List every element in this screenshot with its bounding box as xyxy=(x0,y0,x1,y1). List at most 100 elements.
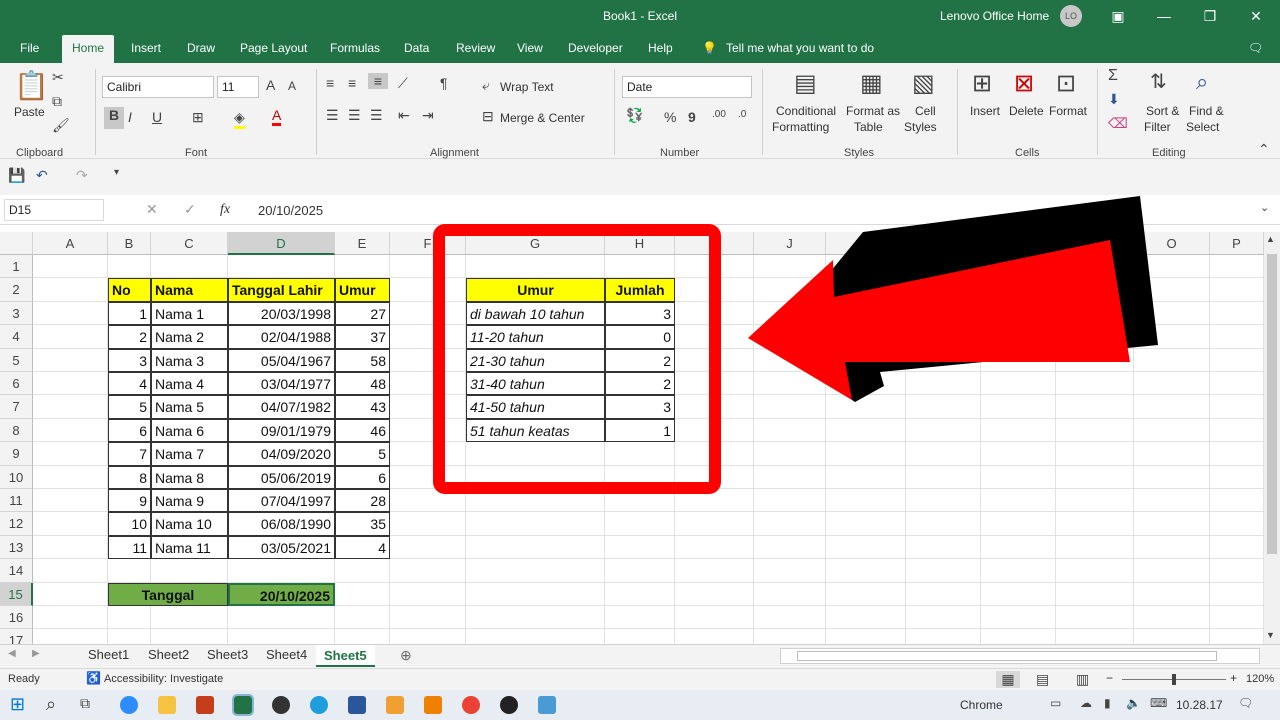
align-right-icon[interactable]: ☰ xyxy=(370,107,383,124)
tab-formulas[interactable]: Formulas xyxy=(330,41,380,55)
lightbulb-icon[interactable]: 💡 xyxy=(702,41,717,55)
column-header-f[interactable]: F xyxy=(390,232,466,255)
onedrive-icon[interactable]: ☁ xyxy=(1080,696,1092,710)
sheet-tab-3[interactable]: Sheet3 xyxy=(207,647,248,662)
tab-review[interactable]: Review xyxy=(456,41,495,55)
table1-cell[interactable]: 05/04/1967 xyxy=(228,348,335,372)
tab-insert[interactable]: Insert xyxy=(131,41,161,55)
row-header-1[interactable]: 1 xyxy=(0,255,33,279)
top-align-icon[interactable]: ≡ xyxy=(326,75,334,91)
shrink-font-icon[interactable]: A xyxy=(288,79,296,93)
autosum-icon[interactable]: Σ xyxy=(1108,67,1118,85)
scroll-down-icon[interactable]: ▼ xyxy=(1266,630,1275,640)
word-icon[interactable] xyxy=(348,696,366,714)
formula-input[interactable]: 20/10/2025 xyxy=(258,203,323,218)
edge-icon[interactable] xyxy=(310,696,328,714)
bold-button[interactable]: B xyxy=(104,107,124,129)
table1-cell[interactable]: 09/01/1979 xyxy=(228,418,335,443)
conditional-formatting-label-2[interactable]: Formatting xyxy=(772,120,829,134)
next-sheet-icon[interactable]: ▶ xyxy=(32,648,40,659)
table1-cell[interactable]: 10 xyxy=(108,512,151,536)
cell-styles-label-1[interactable]: Cell xyxy=(915,104,936,118)
table1-cell[interactable]: 9 xyxy=(108,489,151,513)
table1-cell[interactable]: Nama 3 xyxy=(151,348,228,372)
footer-label-cell[interactable]: Tanggal xyxy=(108,582,228,606)
table1-cell[interactable]: Nama 7 xyxy=(151,442,228,466)
decrease-indent-icon[interactable]: ⇤ xyxy=(398,107,410,124)
collapse-ribbon-icon[interactable]: ⌃ xyxy=(1258,141,1270,158)
notifications-icon[interactable]: 🗨 xyxy=(1238,696,1253,710)
align-center-icon[interactable]: ☰ xyxy=(348,107,361,124)
row-header-6[interactable]: 6 xyxy=(0,372,33,396)
table1-cell[interactable]: 37 xyxy=(335,325,390,349)
font-name-select[interactable]: Calibri xyxy=(102,76,214,98)
table1-cell[interactable]: 6 xyxy=(335,465,390,489)
table1-cell[interactable]: 46 xyxy=(335,418,390,443)
percent-icon[interactable]: % xyxy=(664,109,676,125)
avatar[interactable]: LO xyxy=(1060,5,1082,27)
insert-function-button[interactable]: fx xyxy=(220,202,230,218)
table1-cell[interactable]: 48 xyxy=(335,372,390,396)
table1-cell[interactable]: 03/04/1977 xyxy=(228,372,335,396)
sheet-tab-4[interactable]: Sheet4 xyxy=(266,647,307,662)
table1-cell[interactable]: 6 xyxy=(108,418,151,443)
table2-count-cell[interactable]: 3 xyxy=(605,301,675,326)
format-as-table-label-2[interactable]: Table xyxy=(854,120,883,134)
table1-cell[interactable]: Nama 9 xyxy=(151,489,228,513)
tell-me-search[interactable]: Tell me what you want to do xyxy=(726,41,874,55)
format-painter-icon[interactable]: 🖌 xyxy=(52,117,70,134)
column-header-n[interactable]: N xyxy=(1056,232,1134,255)
media-app-icon[interactable] xyxy=(386,696,404,714)
restore-icon[interactable]: ❐ xyxy=(1198,4,1222,28)
vertical-scrollbar[interactable]: ▲ ▼ xyxy=(1264,232,1280,644)
tab-page-layout[interactable]: Page Layout xyxy=(240,41,307,55)
tab-help[interactable]: Help xyxy=(648,41,673,55)
table2-range-cell[interactable]: 51 tahun keatas xyxy=(466,418,605,443)
sort-filter-label-2[interactable]: Filter xyxy=(1144,120,1171,134)
middle-align-icon[interactable]: ≡ xyxy=(348,75,356,91)
page-layout-view-icon[interactable]: ▤ xyxy=(1036,671,1049,688)
increase-decimal-icon[interactable]: .00 xyxy=(712,109,726,120)
paste-icon[interactable]: 📋 xyxy=(14,69,49,102)
column-header-c[interactable]: C xyxy=(151,232,228,255)
table1-cell[interactable]: 07/04/1997 xyxy=(228,489,335,513)
increase-indent-icon[interactable]: ⇥ xyxy=(422,107,434,124)
wrap-text-button[interactable]: Wrap Text xyxy=(500,80,554,94)
vertical-scroll-thumb[interactable] xyxy=(1267,254,1277,554)
tab-data[interactable]: Data xyxy=(404,41,429,55)
table1-cell[interactable]: Nama 2 xyxy=(151,325,228,349)
row-header-13[interactable]: 13 xyxy=(0,535,33,560)
zoom-slider-thumb[interactable] xyxy=(1172,674,1176,685)
comments-icon[interactable]: 🗨 xyxy=(1248,41,1263,55)
table2-range-cell[interactable]: 21-30 tahun xyxy=(466,348,605,372)
excel-icon[interactable] xyxy=(232,694,254,716)
accessibility-status[interactable]: Accessibility: Investigate xyxy=(104,673,223,685)
cancel-entry-icon[interactable]: ✕ xyxy=(146,201,158,218)
font-size-select[interactable]: 11 xyxy=(217,76,259,98)
delete-cells-button[interactable]: Delete xyxy=(1009,104,1044,118)
clear-icon[interactable]: ⌫ xyxy=(1108,115,1128,132)
close-icon[interactable]: ✕ xyxy=(1244,4,1268,28)
table2-count-cell[interactable]: 3 xyxy=(605,395,675,419)
merge-center-button[interactable]: Merge & Center xyxy=(500,111,585,125)
column-header-o[interactable]: O xyxy=(1134,232,1210,255)
table1-cell[interactable]: Nama 11 xyxy=(151,535,228,560)
column-header-e[interactable]: E xyxy=(335,232,390,255)
row-header-14[interactable]: 14 xyxy=(0,559,33,583)
paste-button[interactable]: Paste xyxy=(14,105,45,119)
find-select-label-1[interactable]: Find & xyxy=(1189,104,1224,118)
file-explorer-icon[interactable] xyxy=(158,696,176,714)
customize-qat-icon[interactable]: ▾ xyxy=(114,167,119,178)
text-direction-icon[interactable]: ¶ xyxy=(440,75,448,91)
italic-button[interactable]: I xyxy=(128,109,132,125)
copy-icon[interactable]: ⧉ xyxy=(52,93,62,110)
save-icon[interactable]: 💾 xyxy=(8,167,25,184)
horizontal-scroll-thumb[interactable] xyxy=(797,651,1217,661)
normal-view-icon[interactable]: ▦ xyxy=(996,671,1020,688)
orientation-icon[interactable]: ⟋ xyxy=(398,75,408,92)
table1-cell[interactable]: 02/04/1988 xyxy=(228,325,335,349)
table1-cell[interactable]: 11 xyxy=(108,535,151,560)
taskbar-chrome-label[interactable]: Chrome xyxy=(960,698,1003,712)
undo-icon[interactable]: ↶ xyxy=(36,167,48,184)
task-view-icon[interactable]: ⧉ xyxy=(80,695,90,712)
